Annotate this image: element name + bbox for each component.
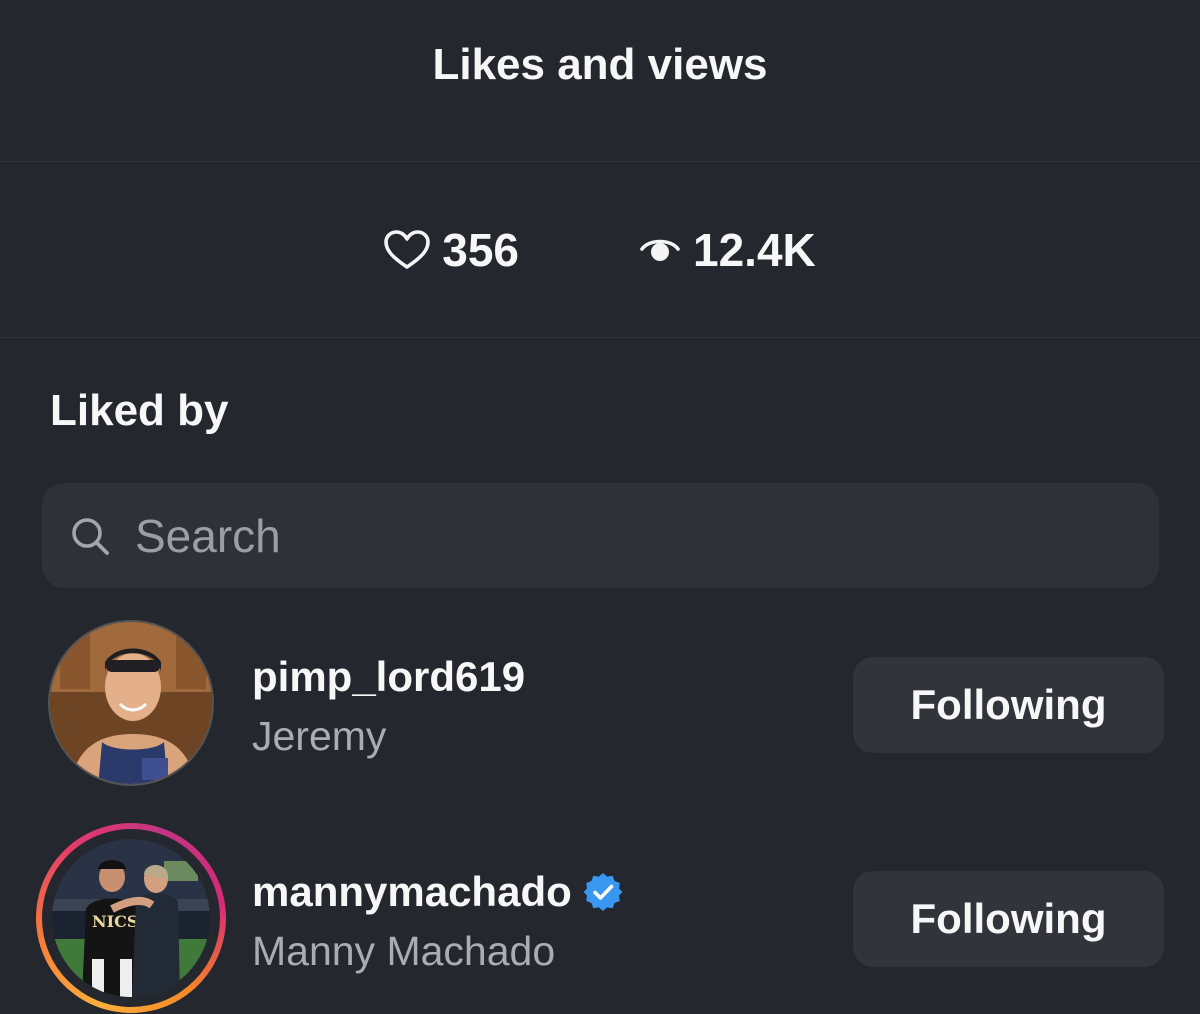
story-ring[interactable]: NICS — [36, 823, 226, 1013]
following-button[interactable]: Following — [853, 871, 1164, 967]
views-stat: 12.4K — [639, 223, 816, 277]
username[interactable]: pimp_lord619 — [252, 653, 525, 701]
eye-icon — [639, 235, 681, 265]
sheet-title: Likes and views — [432, 39, 768, 89]
username[interactable]: mannymachado — [252, 868, 624, 916]
full-name: Jeremy — [252, 713, 387, 759]
full-name: Manny Machado — [252, 928, 556, 974]
verified-badge-icon — [583, 873, 623, 911]
likes-count: 356 — [442, 223, 519, 276]
search-icon — [42, 515, 135, 557]
stats-bar: 356 12.4K — [0, 162, 1200, 338]
list-item[interactable]: NICS mannymachado Manny Machado Followin… — [0, 823, 1200, 1013]
sheet-header: Likes and views — [0, 0, 1200, 162]
liked-by-heading: Liked by — [50, 386, 229, 435]
heart-icon — [384, 229, 431, 270]
search-bar[interactable] — [42, 483, 1159, 588]
list-item[interactable]: pimp_lord619 Jeremy Following — [0, 615, 1200, 805]
likes-and-views-sheet: Likes and views 356 12.4K Liked by Searc… — [0, 0, 1200, 1014]
username-text[interactable]: mannymachado — [252, 868, 572, 916]
search-input[interactable] — [135, 508, 1035, 563]
svg-text:NICS: NICS — [92, 912, 138, 931]
avatar[interactable]: NICS — [52, 839, 210, 997]
user-info: mannymachado Manny Machado — [252, 868, 624, 975]
user-info: pimp_lord619 Jeremy — [252, 653, 525, 760]
views-count: 12.4K — [693, 223, 816, 276]
following-button[interactable]: Following — [853, 657, 1164, 753]
username-text[interactable]: pimp_lord619 — [252, 653, 525, 701]
likes-stat: 356 — [384, 223, 519, 277]
avatar[interactable] — [48, 620, 214, 786]
